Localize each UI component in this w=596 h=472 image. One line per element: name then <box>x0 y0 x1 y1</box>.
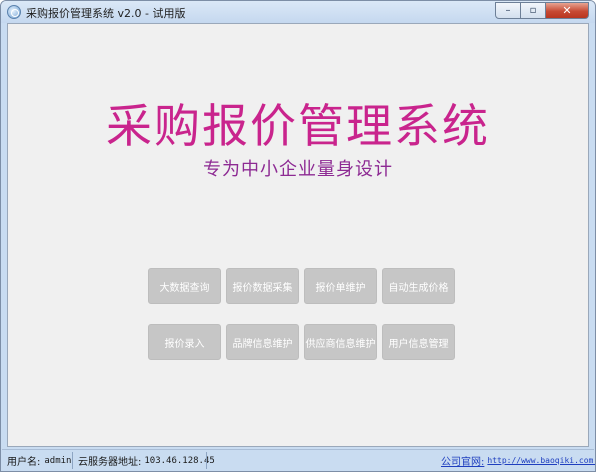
maximize-button[interactable]: ▫ <box>521 2 546 19</box>
status-bar: 用户名: admin 云服务器地址: 103.46.128.45 公司官网: h… <box>2 449 595 471</box>
title-bar[interactable]: 采购报价管理系统 v2.0 - 试用版 – ▫ ✕ <box>1 1 595 23</box>
window-controls: – ▫ ✕ <box>495 2 589 20</box>
close-button[interactable]: ✕ <box>546 2 589 19</box>
server-label: 云服务器地址: <box>78 457 142 468</box>
app-main-title: 采购报价管理系统 <box>106 99 490 153</box>
big-data-query-button[interactable]: 大数据查询 <box>148 268 221 304</box>
status-divider <box>72 452 73 469</box>
supplier-info-maintain-button[interactable]: 供应商信息维护 <box>304 324 377 360</box>
brand-info-maintain-button[interactable]: 品牌信息维护 <box>226 324 299 360</box>
status-divider <box>206 452 207 469</box>
auto-generate-price-button[interactable]: 自动生成价格 <box>382 268 455 304</box>
website-link[interactable]: http://www.baoqiki.com.cn <box>487 456 595 465</box>
quote-sheet-maintain-button[interactable]: 报价单维护 <box>304 268 377 304</box>
app-window: 采购报价管理系统 v2.0 - 试用版 – ▫ ✕ 采购报价管理系统 专为中小企… <box>0 0 596 472</box>
main-panel: 采购报价管理系统 专为中小企业量身设计 大数据查询 报价数据采集 报价单维护 自… <box>7 23 589 447</box>
user-info-manage-button[interactable]: 用户信息管理 <box>382 324 455 360</box>
user-value: admin <box>44 455 72 466</box>
maximize-icon: ▫ <box>529 5 537 16</box>
app-subtitle: 专为中小企业量身设计 <box>203 159 393 180</box>
app-logo-icon <box>7 5 21 19</box>
status-website[interactable]: 公司官网: http://www.baoqiki.com.cn <box>441 450 595 471</box>
quote-data-collect-button[interactable]: 报价数据采集 <box>226 268 299 304</box>
status-user: 用户名: admin <box>7 450 71 471</box>
quote-entry-button[interactable]: 报价录入 <box>148 324 221 360</box>
status-server: 云服务器地址: 103.46.128.45 <box>78 450 215 471</box>
minimize-button[interactable]: – <box>495 2 521 19</box>
website-label[interactable]: 公司官网: <box>441 453 484 468</box>
window-title: 采购报价管理系统 v2.0 - 试用版 <box>26 7 186 20</box>
user-label: 用户名: <box>7 457 41 468</box>
server-value: 103.46.128.45 <box>144 455 215 466</box>
close-icon: ✕ <box>562 4 572 17</box>
minimize-icon: – <box>505 5 511 16</box>
